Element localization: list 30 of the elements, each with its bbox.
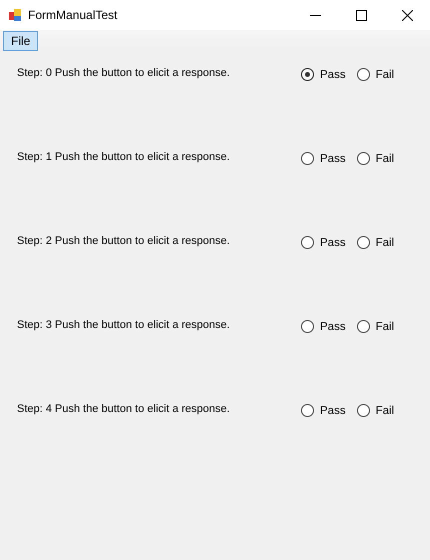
radio-label[interactable]: Fail [376, 320, 394, 332]
radio-button[interactable] [356, 236, 370, 249]
step-text: Step: 2 Push the button to elicit a response. [17, 235, 231, 247]
radio-label[interactable]: Pass [320, 404, 346, 416]
radio-label[interactable]: Pass [320, 236, 346, 248]
radio-button[interactable] [301, 68, 314, 81]
radio-label[interactable]: Fail [376, 236, 394, 248]
radio-button[interactable] [301, 320, 314, 333]
radio-label[interactable]: Fail [376, 68, 394, 80]
radio-button[interactable] [356, 320, 370, 333]
radio-button[interactable] [301, 236, 314, 249]
step-text: Step: 3 Push the button to elicit a response. [17, 319, 231, 331]
radio-label[interactable]: Pass [320, 320, 346, 332]
menu-item[interactable]: File [3, 31, 38, 51]
radio-button[interactable] [301, 152, 314, 165]
close-icon [402, 10, 412, 20]
step-text: Step: 0 Push the button to elicit a response. [17, 67, 231, 79]
maximize-icon [356, 10, 366, 20]
radio-button[interactable] [356, 404, 370, 417]
radio-label[interactable]: Pass [320, 152, 346, 164]
step-text: Step: 1 Push the button to elicit a response. [17, 151, 231, 163]
radio-button[interactable] [356, 152, 370, 165]
radio-button[interactable] [356, 68, 370, 81]
window-title: FormManualTest [28, 8, 118, 22]
radio-label[interactable]: Fail [376, 404, 394, 416]
radio-label[interactable]: Fail [376, 152, 394, 164]
radio-label[interactable]: Pass [320, 68, 346, 80]
step-text: Step: 4 Push the button to elicit a response. [17, 403, 231, 415]
radio-button[interactable] [301, 404, 314, 417]
app-icon [8, 8, 22, 22]
